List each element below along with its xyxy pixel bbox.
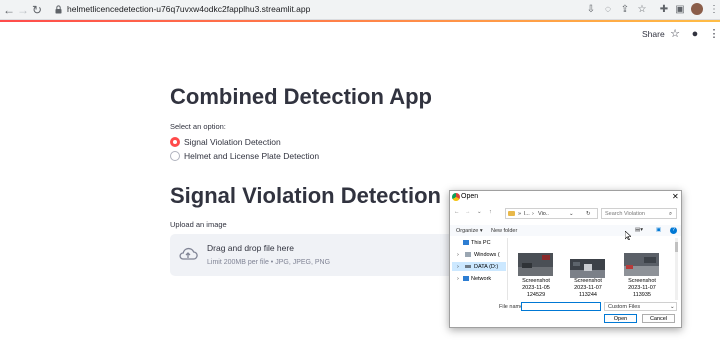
help-icon[interactable]: ?: [670, 227, 677, 234]
dropzone-title: Drag and drop file here: [207, 243, 294, 253]
extensions-icon[interactable]: ✚: [658, 3, 670, 17]
dialog-command-bar: Organize ▾ New folder ▤▾ ▣ ?: [450, 225, 681, 236]
breadcrumb-sep-icon: ›: [532, 211, 534, 217]
radio-signal-violation[interactable]: [170, 137, 180, 147]
preview-pane-icon[interactable]: ▣: [656, 227, 661, 233]
file-thumbnail[interactable]: [570, 257, 605, 280]
file-open-dialog: Open ✕ ← → ⌄ ↑ » l... › Vio.. ⌄ ↻ Search…: [449, 190, 682, 328]
organize-button[interactable]: Organize ▾: [456, 228, 483, 234]
file-type-value: Custom Files: [608, 304, 641, 310]
avatar[interactable]: [691, 3, 703, 15]
page-title: Combined Detection App: [170, 84, 432, 109]
breadcrumb-sep-icon: »: [518, 211, 522, 217]
drive-icon: [465, 265, 471, 268]
back-icon[interactable]: ←: [454, 209, 460, 215]
chrome-icon: [452, 193, 460, 201]
github-icon[interactable]: ●: [689, 28, 701, 40]
file-time[interactable]: 113935: [622, 292, 662, 299]
dialog-search-input[interactable]: Search Violation ⌕: [601, 208, 677, 219]
back-icon[interactable]: ←: [3, 3, 15, 17]
chevron-right-icon[interactable]: ›: [457, 252, 459, 258]
new-folder-button[interactable]: New folder: [491, 228, 517, 234]
chevron-right-icon[interactable]: ›: [457, 276, 459, 282]
nav-item-this-pc[interactable]: This PC: [471, 240, 491, 246]
sidepanel-icon[interactable]: ▣: [674, 3, 686, 17]
cloud-upload-icon: [179, 247, 198, 260]
up-icon[interactable]: ↑: [489, 209, 492, 215]
dialog-title: Open: [461, 193, 479, 200]
forward-icon[interactable]: →: [17, 3, 29, 17]
file-date[interactable]: 2023-11-07: [568, 285, 608, 292]
breadcrumb-current[interactable]: Vio..: [538, 211, 549, 217]
dialog-titlebar[interactable]: Open ✕: [450, 191, 681, 204]
this-pc-icon: [463, 240, 469, 245]
file-thumbnail[interactable]: [624, 253, 659, 276]
section-title: Signal Violation Detection: [170, 183, 441, 208]
cancel-button[interactable]: Cancel: [642, 314, 675, 323]
nav-item-data-drive[interactable]: DATA (D:): [474, 264, 498, 270]
star-icon[interactable]: ☆: [669, 28, 681, 40]
dropzone-subtitle: Limit 200MB per file • JPG, JPEG, PNG: [207, 259, 331, 266]
browser-toolbar: ← → ↻ helmetlicencedetection-u76q7uvxw4o…: [0, 0, 720, 20]
close-icon[interactable]: ✕: [672, 192, 679, 201]
file-time[interactable]: 113244: [568, 292, 608, 299]
file-type-select[interactable]: Custom Files ⌄: [604, 302, 677, 311]
reload-icon[interactable]: ↻: [31, 3, 43, 17]
page-loading-bar: [0, 20, 720, 22]
dialog-nav-pane: This PC › Windows ( › DATA (D:) › Networ…: [450, 238, 508, 300]
radio-group-label: Select an option:: [170, 122, 226, 131]
drive-icon: [465, 252, 471, 257]
kebab-menu-icon[interactable]: ⋮: [708, 28, 720, 40]
search-placeholder: Search Violation: [605, 211, 645, 217]
search-icon[interactable]: ⌕: [669, 211, 672, 218]
folder-icon: [508, 211, 515, 216]
chevron-right-icon[interactable]: ›: [457, 264, 459, 270]
radio-option-label[interactable]: Signal Violation Detection: [184, 137, 281, 147]
file-time[interactable]: 124529: [516, 292, 556, 299]
file-list-scrollbar[interactable]: [675, 238, 678, 300]
file-name[interactable]: Screenshot: [568, 278, 608, 285]
lock-icon[interactable]: [55, 5, 62, 14]
radio-helmet-license[interactable]: [170, 151, 180, 161]
forward-icon[interactable]: →: [465, 209, 471, 215]
open-button[interactable]: Open: [604, 314, 637, 323]
view-options-icon[interactable]: ▤▾: [635, 227, 643, 233]
mouse-cursor-icon: [625, 231, 631, 240]
breadcrumb-parent[interactable]: l...: [524, 211, 530, 217]
radio-option-label[interactable]: Helmet and License Plate Detection: [184, 151, 319, 161]
network-icon: [463, 276, 469, 281]
share-button[interactable]: Share: [642, 29, 665, 39]
chevron-down-icon: ⌄: [670, 304, 675, 310]
file-date[interactable]: 2023-11-05: [516, 285, 556, 292]
chevron-down-icon[interactable]: ⌄: [569, 211, 574, 217]
refresh-icon[interactable]: ↻: [586, 211, 591, 217]
file-name[interactable]: Screenshot: [516, 278, 556, 285]
eye-off-icon[interactable]: ◌: [602, 3, 614, 17]
file-name[interactable]: Screenshot: [622, 278, 662, 285]
star-icon[interactable]: ☆: [636, 3, 648, 17]
nav-item-windows[interactable]: Windows (: [474, 252, 500, 258]
scrollbar-thumb[interactable]: [675, 242, 678, 252]
share-page-icon[interactable]: ⇪: [619, 3, 631, 17]
file-date[interactable]: 2023-11-07: [622, 285, 662, 292]
nav-item-network[interactable]: Network: [471, 276, 491, 282]
upload-label: Upload an image: [170, 220, 227, 229]
file-name-input[interactable]: [521, 302, 601, 311]
chevron-down-icon[interactable]: ⌄: [477, 209, 482, 215]
dialog-address-bar[interactable]: » l... › Vio.. ⌄ ↻: [505, 208, 598, 219]
address-bar-url[interactable]: helmetlicencedetection-u76q7uvxw4odkc2fa…: [67, 4, 310, 14]
file-dropzone[interactable]: [170, 234, 460, 276]
menu-icon[interactable]: ⋮: [708, 3, 720, 17]
file-thumbnail[interactable]: [518, 253, 553, 276]
install-icon[interactable]: ⇩: [585, 3, 597, 17]
